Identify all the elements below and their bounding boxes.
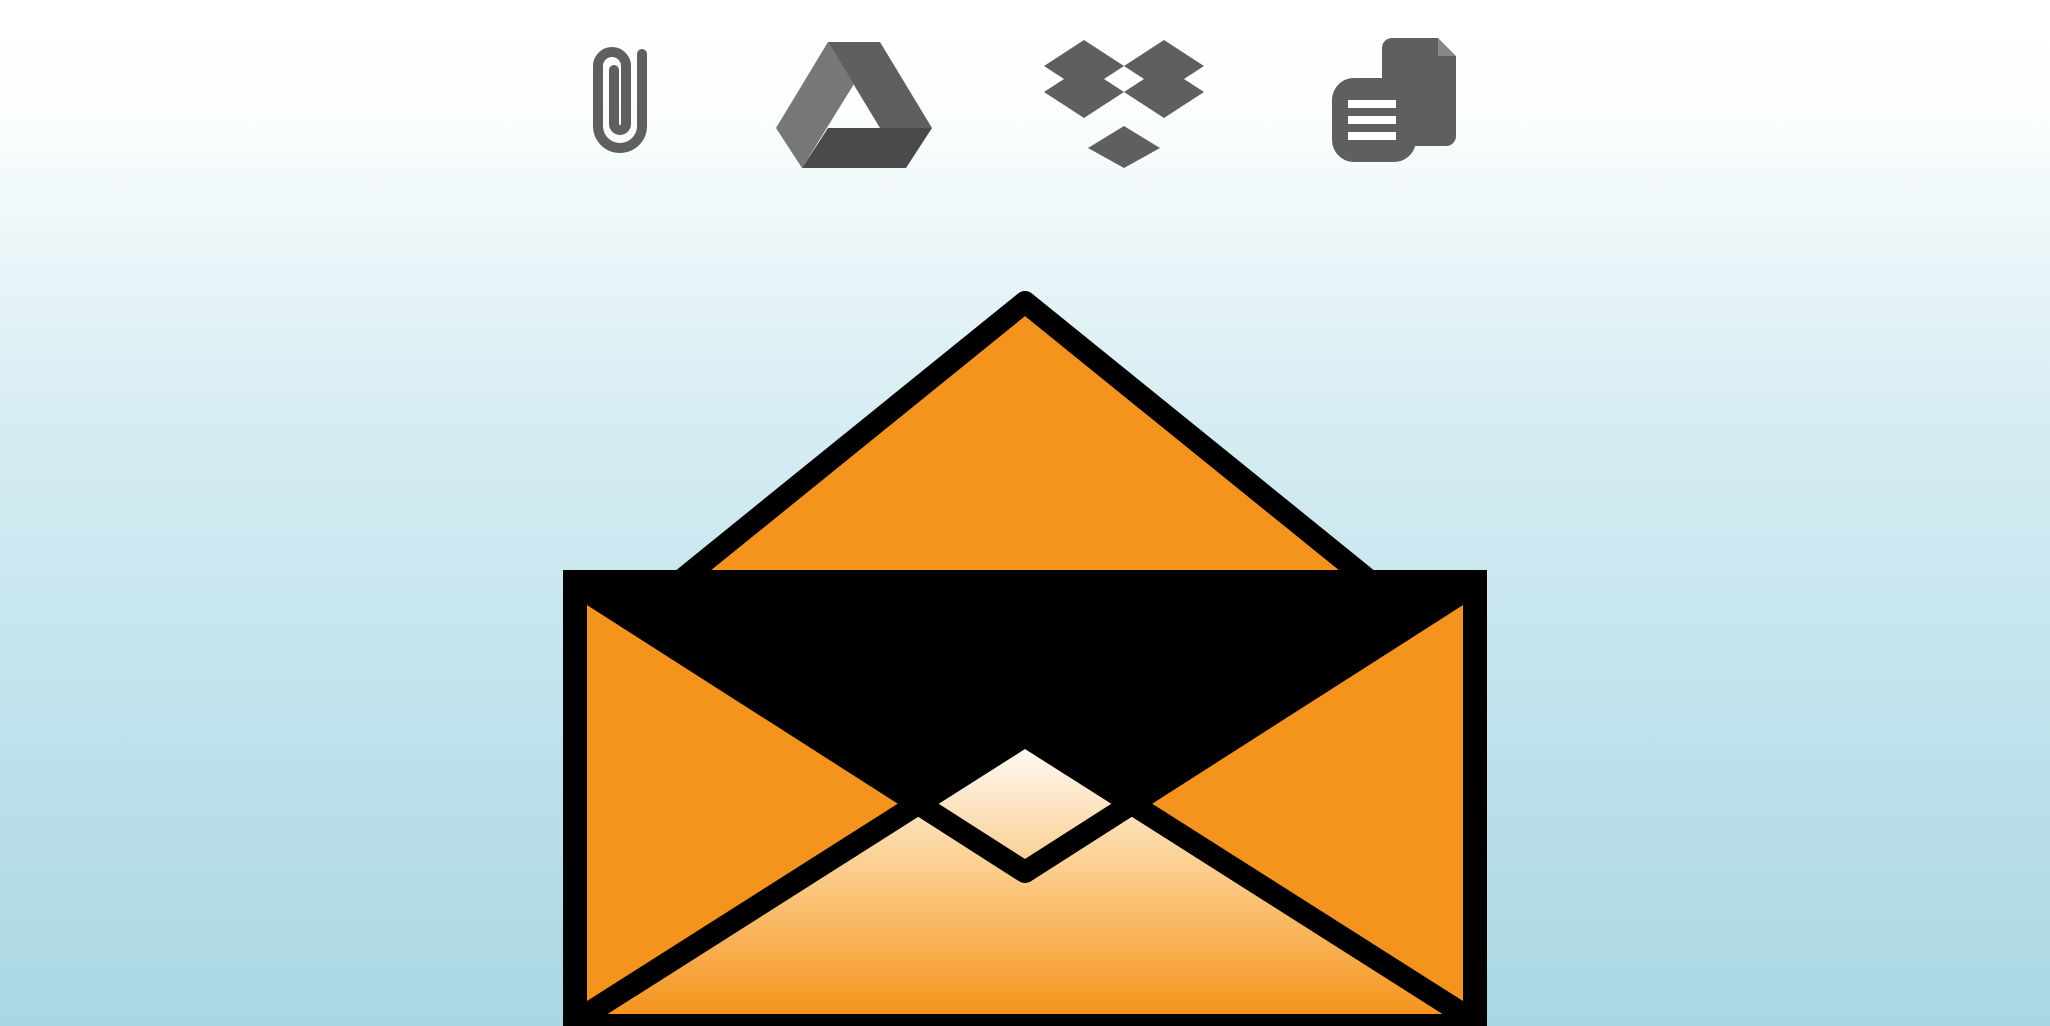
envelope-back-flap: [563, 132, 1487, 1026]
stage: Call Request Template DOCX: [0, 0, 2050, 1026]
